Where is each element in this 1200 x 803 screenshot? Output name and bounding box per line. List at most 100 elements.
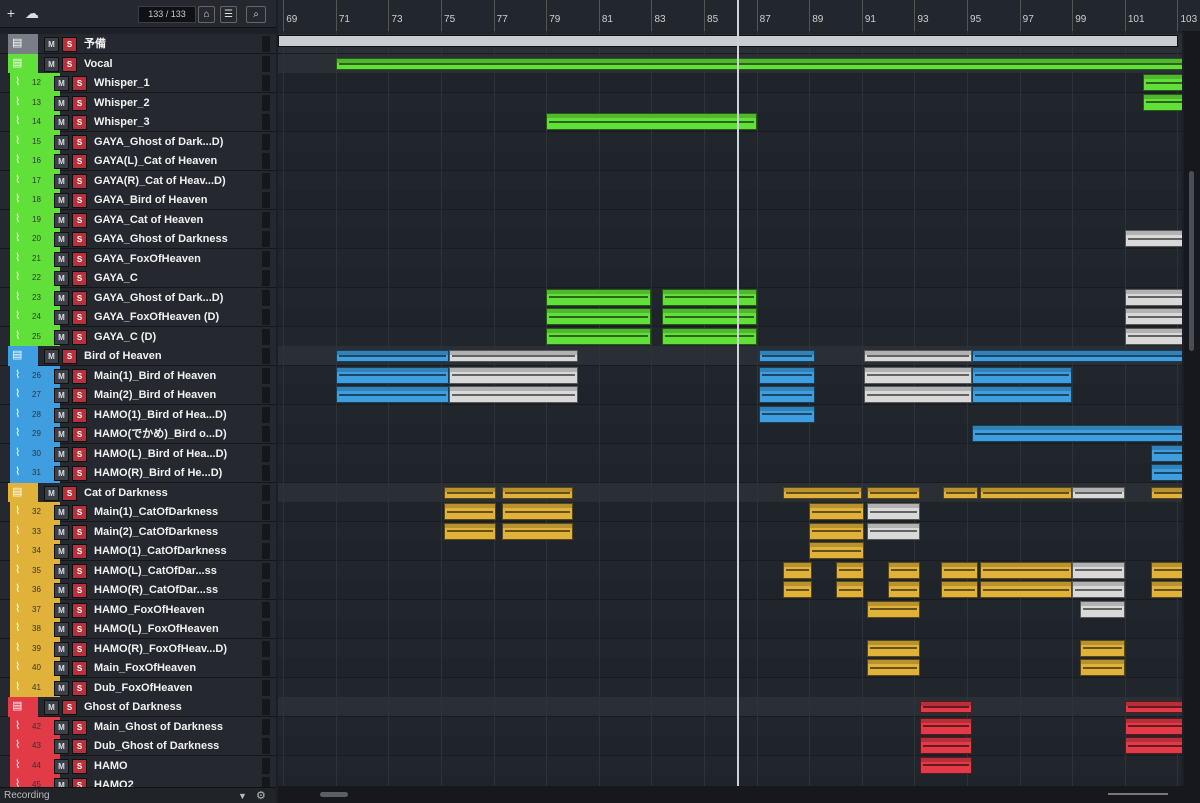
track-name[interactable]: Whisper_1 [94,76,150,90]
audio-track-row[interactable]: ⌇ 25 M S GAYA_C (D) [0,326,276,347]
audio-track-row[interactable]: ⌇ 29 M S HAMO(でかめ)_Bird o...D) [0,424,276,444]
audio-event[interactable] [940,581,978,598]
audio-track-row[interactable]: ⌇ 16 M S GAYA(L)_Cat of Heaven [0,151,276,171]
mute-button[interactable]: M [54,193,69,208]
audio-event[interactable] [759,405,815,423]
audio-event[interactable] [1124,327,1182,345]
mute-button[interactable]: M [54,368,69,384]
solo-button[interactable]: S [72,310,87,325]
track-name[interactable]: GAYA_FoxOfHeaven [94,252,201,266]
track-lane[interactable] [278,775,1182,786]
track-name[interactable]: GAYA_C (D) [94,330,156,344]
mute-button[interactable]: M [54,505,69,520]
solo-button[interactable]: S [72,407,87,423]
track-name[interactable]: HAMO(L)_FoxOfHeaven [94,622,219,636]
add-folder-icon[interactable]: ☁ [22,4,42,22]
audio-event[interactable] [546,113,757,130]
solo-button[interactable]: S [72,329,87,345]
track-lane[interactable] [278,268,1182,288]
track-name[interactable]: HAMO(1)_Bird of Hea...D) [94,408,227,422]
audio-event[interactable] [867,486,920,499]
audio-event[interactable] [546,288,652,306]
track-name[interactable]: Main(2)_Bird of Heaven [94,388,216,402]
audio-event[interactable] [546,308,652,325]
audio-event[interactable] [867,522,920,540]
track-name[interactable]: Bird of Heaven [84,349,162,363]
track-name[interactable]: Whisper_2 [94,96,150,110]
audio-event[interactable] [1151,561,1182,579]
track-lane[interactable] [278,131,1182,152]
audio-event[interactable] [864,350,973,362]
track-lane[interactable] [278,170,1182,191]
track-name[interactable]: HAMO [94,759,128,773]
audio-event[interactable] [972,386,1073,403]
solo-button[interactable]: S [72,602,87,618]
mute-button[interactable]: M [44,700,59,715]
mute-button[interactable]: M [54,466,69,481]
mute-button[interactable]: M [54,290,69,306]
solo-button[interactable]: S [72,251,87,267]
playback-cursor[interactable] [737,0,739,786]
track-lane[interactable] [278,638,1182,659]
audio-event[interactable] [782,561,812,579]
track-name[interactable]: HAMO(R)_CatOfDar...ss [94,583,218,597]
mute-button[interactable]: M [54,271,69,286]
audio-event[interactable] [1124,737,1182,754]
horizontal-scrollbar[interactable] [278,786,1184,803]
track-lane[interactable] [278,658,1182,678]
mute-button[interactable]: M [44,349,59,364]
mute-button[interactable]: M [54,251,69,267]
audio-event[interactable] [1143,74,1182,91]
solo-button[interactable]: S [72,115,87,130]
track-lane[interactable] [278,541,1182,561]
mute-button[interactable]: M [54,329,69,345]
mute-button[interactable]: M [54,427,69,442]
horizontal-scroll-thumb[interactable] [320,792,348,797]
audio-event[interactable] [972,425,1182,442]
audio-event[interactable] [335,57,1182,70]
audio-track-row[interactable]: ⌇ 15 M S GAYA_Ghost of Dark...D) [0,131,276,152]
audio-track-row[interactable]: ⌇ 33 M S Main(2)_CatOfDarkness [0,521,276,542]
solo-button[interactable]: S [72,505,87,520]
audio-track-row[interactable]: ⌇ 20 M S GAYA_Ghost of Darkness [0,229,276,249]
audio-track-row[interactable]: ⌇ 41 M S Dub_FoxOfHeaven [0,677,276,698]
track-name[interactable]: GAYA(R)_Cat of Heav...D) [94,174,226,188]
audio-event[interactable] [546,327,652,345]
solo-button[interactable]: S [72,134,87,150]
mute-button[interactable]: M [54,115,69,130]
solo-button[interactable]: S [72,271,87,286]
track-name[interactable]: GAYA_C [94,271,138,285]
solo-button[interactable]: S [72,641,87,657]
mute-button[interactable]: M [54,583,69,598]
audio-track-row[interactable]: ⌇ 18 M S GAYA_Bird of Heaven [0,190,276,210]
plus-icon[interactable]: + [4,4,18,22]
solo-button[interactable]: S [72,661,87,676]
audio-event[interactable] [1151,464,1182,481]
audio-track-row[interactable]: ⌇ 24 M S GAYA_FoxOfHeaven (D) [0,307,276,327]
mute-button[interactable]: M [54,758,69,774]
solo-button[interactable]: S [72,466,87,481]
audio-event[interactable] [835,561,865,579]
track-name[interactable]: Main(2)_CatOfDarkness [94,525,218,539]
track-lane[interactable] [278,599,1182,620]
track-lane[interactable] [278,755,1182,776]
track-name[interactable]: GAYA(L)_Cat of Heaven [94,154,217,168]
solo-button[interactable]: S [72,622,87,637]
track-name[interactable]: HAMO_FoxOfHeaven [94,603,205,617]
track-lane[interactable] [278,521,1182,542]
audio-track-row[interactable]: ⌇ 26 M S Main(1)_Bird of Heaven [0,365,276,386]
audio-track-row[interactable]: ⌇ 27 M S Main(2)_Bird of Heaven [0,385,276,405]
zoom-slider[interactable] [1108,793,1168,795]
track-name[interactable]: HAMO(L)_Bird of Hea...D) [94,447,227,461]
track-name[interactable]: Main_FoxOfHeaven [94,661,196,675]
track-name[interactable]: HAMO(1)_CatOfDarkness [94,544,227,558]
audio-event[interactable] [759,366,815,384]
track-name[interactable]: HAMO(R)_FoxOfHeav...D) [94,642,227,656]
mute-button[interactable]: M [54,134,69,150]
mute-button[interactable]: M [54,563,69,579]
solo-button[interactable]: S [62,485,77,501]
dropdown-arrow-icon[interactable]: ▼ [238,788,247,803]
mute-button[interactable]: M [54,524,69,540]
vertical-scrollbar[interactable] [1184,31,1200,803]
vertical-scroll-thumb[interactable] [1189,171,1194,351]
